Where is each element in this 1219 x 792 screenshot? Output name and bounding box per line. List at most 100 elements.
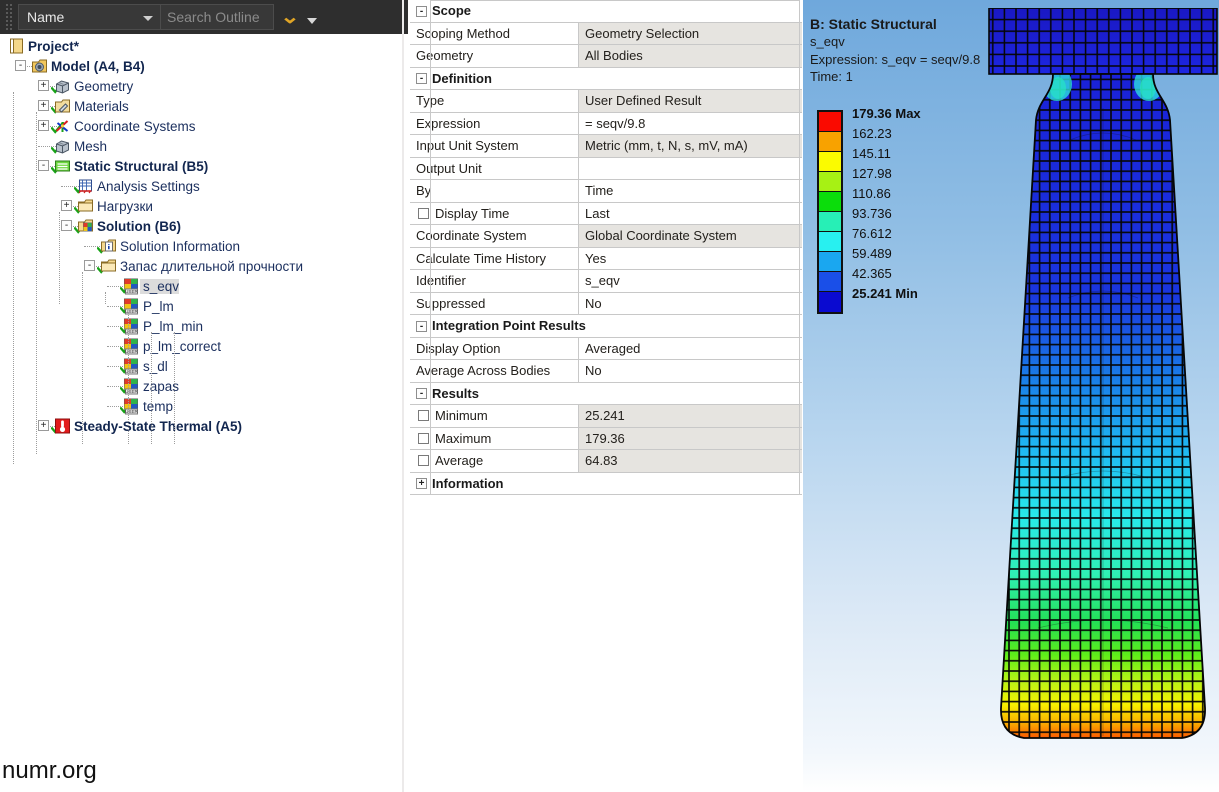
search-outline-placeholder: Search Outline (161, 9, 260, 25)
analysis-settings-icon (77, 178, 94, 194)
result-legend[interactable]: 179.36 Max162.23145.11127.98110.8693.736… (817, 110, 921, 314)
collapse-toggle-icon[interactable]: - (84, 260, 95, 271)
tree-item-label: Solution (B6) (94, 219, 181, 234)
legend-label: 76.612 (852, 224, 921, 244)
tree-item-steady-state-thermal-a5[interactable]: + Steady-State Thermal (A5) (0, 416, 408, 436)
viewport-analysis-title: B: Static Structural (810, 15, 980, 33)
chevron-down-icon (143, 16, 153, 21)
tree-item-label: Static Structural (B5) (71, 159, 208, 174)
collapse-toggle-icon[interactable]: - (416, 6, 427, 17)
collapse-toggle-icon[interactable]: - (416, 321, 427, 332)
folder-icon (77, 198, 94, 214)
user-defined-result-icon: USER (123, 298, 140, 314)
tree-item-mesh[interactable]: Mesh (0, 136, 408, 156)
panel-divider[interactable] (402, 0, 404, 792)
details-row-checkbox[interactable] (418, 455, 429, 466)
chevron-down-icon[interactable]: ⌄ (280, 8, 300, 27)
tree-item-model-a4-b4[interactable]: -Model (A4, B4) (0, 56, 408, 76)
legend-label: 93.736 (852, 204, 921, 224)
outline-filter-field-label: Name (19, 9, 64, 25)
outline-filter-field-combo[interactable]: Name (18, 4, 161, 30)
outline-toolbar: Name Search Outline ⌄ (0, 0, 408, 34)
tree-item-solution-information[interactable]: Solution Information (0, 236, 408, 256)
details-grid-frame (430, 0, 800, 495)
tree-item-p-lm-min[interactable]: USERP_lm_min (0, 316, 408, 336)
legend-band (819, 232, 841, 252)
expand-toggle-icon[interactable]: + (38, 100, 49, 111)
user-defined-result-icon: USER (123, 318, 140, 334)
user-defined-result-icon: USER (123, 278, 140, 294)
tree-item-solution-b6[interactable]: - Solution (B6) (0, 216, 408, 236)
tree-connector (59, 212, 60, 304)
details-panel: -ScopeScoping MethodGeometry SelectionGe… (410, 0, 802, 792)
tree-connector (82, 272, 83, 444)
expand-toggle-icon[interactable]: + (38, 120, 49, 131)
model-icon (31, 58, 48, 74)
legend-labels: 179.36 Max162.23145.11127.98110.8693.736… (852, 104, 921, 304)
expand-toggle-icon[interactable]: + (38, 80, 49, 91)
tree-item-label: temp (140, 399, 173, 414)
tree-item-static-structural-b5[interactable]: - Static Structural (B5) (0, 156, 408, 176)
collapse-toggle-icon[interactable]: - (61, 220, 72, 231)
expand-toggle-icon[interactable]: + (61, 200, 72, 211)
tree-item-p-lm[interactable]: USERP_lm (0, 296, 408, 316)
tree-connector (105, 292, 106, 304)
graphics-viewport[interactable]: B: Static Structural s_eqv Expression: s… (803, 0, 1219, 792)
expand-toggle-icon[interactable]: + (38, 420, 49, 431)
folder-icon (100, 258, 117, 274)
viewport-expression: Expression: s_eqv = seqv/9.8 (810, 51, 980, 68)
svg-text:USER: USER (125, 289, 138, 294)
expand-toggle-icon[interactable]: + (416, 478, 427, 489)
tree-item-label: P_lm_min (140, 319, 203, 334)
collapse-toggle-icon[interactable]: - (416, 73, 427, 84)
tree-item-label: Mesh (71, 139, 107, 154)
legend-label: 127.98 (852, 164, 921, 184)
legend-band (819, 112, 841, 132)
caret-down-icon[interactable] (307, 18, 317, 24)
legend-band (819, 192, 841, 212)
tree-item-coordinate-systems[interactable]: + Coordinate Systems (0, 116, 408, 136)
tree-item-label: Запас длительной прочности (117, 259, 303, 274)
legend-label: 59.489 (852, 244, 921, 264)
tree-item-label: s_dl (140, 359, 168, 374)
legend-band (819, 292, 841, 312)
toolbar-drag-handle[interactable] (4, 4, 14, 30)
collapse-toggle-icon[interactable]: - (38, 160, 49, 171)
project-icon (8, 38, 25, 54)
legend-band (819, 132, 841, 152)
tree-item-label: Coordinate Systems (71, 119, 196, 134)
collapse-toggle-icon[interactable]: - (15, 60, 26, 71)
tree-connector (36, 112, 37, 454)
details-row-checkbox[interactable] (418, 208, 429, 219)
legend-label: 25.241 Min (852, 284, 921, 304)
search-outline-input[interactable]: Search Outline (161, 4, 274, 30)
details-row-checkbox[interactable] (418, 410, 429, 421)
user-defined-result-icon: USER (123, 378, 140, 394)
tree-item-label: Steady-State Thermal (A5) (71, 419, 242, 434)
tree-item-materials[interactable]: +Materials (0, 96, 408, 116)
viewport-time: Time: 1 (810, 68, 980, 85)
legend-label: 42.365 (852, 264, 921, 284)
tree-item-geometry[interactable]: +Geometry (0, 76, 408, 96)
tree-item-s-dl[interactable]: USERs_dl (0, 356, 408, 376)
mesh-icon (54, 138, 71, 154)
tree-item-нагрузки[interactable]: +Нагрузки (0, 196, 408, 216)
legend-band (819, 152, 841, 172)
legend-label: 145.11 (852, 144, 921, 164)
tree-item-project[interactable]: Project* (0, 36, 408, 56)
tree-item-label: Analysis Settings (94, 179, 200, 194)
geometry-icon (54, 78, 71, 94)
tree-item-p-lm-correct[interactable]: USERp_lm_correct (0, 336, 408, 356)
tree-item-zapas[interactable]: USERzapas (0, 376, 408, 396)
fe-model-mesh[interactable] (958, 8, 1219, 778)
tree-item-s-eqv[interactable]: USERs_eqv (0, 276, 408, 296)
details-row-checkbox[interactable] (418, 433, 429, 444)
tree-item-запас-длительной-прочности[interactable]: - Запас длительной прочности (0, 256, 408, 276)
model-body (978, 67, 1219, 748)
tree-item-analysis-settings[interactable]: Analysis Settings (0, 176, 408, 196)
tree-item-temp[interactable]: USERtemp (0, 396, 408, 416)
solution-icon (77, 218, 94, 234)
collapse-toggle-icon[interactable]: - (416, 388, 427, 399)
ansys-mechanical-window: Name Search Outline ⌄ Project*-Model (A4… (0, 0, 1219, 792)
watermark-text: numr.org (2, 757, 97, 785)
